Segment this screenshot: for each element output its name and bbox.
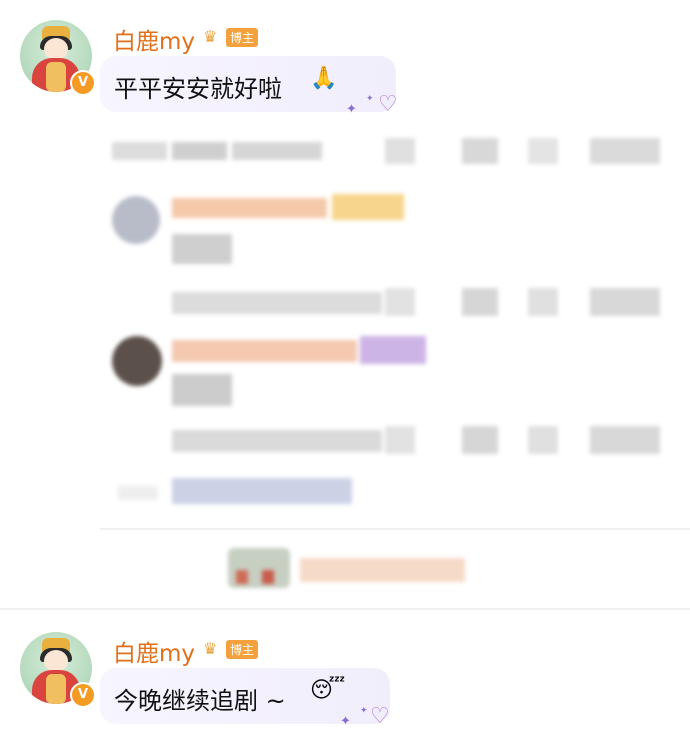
avatar-face xyxy=(44,650,68,672)
verified-badge: V xyxy=(70,682,96,708)
section-divider xyxy=(100,528,690,530)
sparkle-icon: ✦ xyxy=(340,714,351,729)
crown-icon: ♛ xyxy=(203,639,218,658)
username[interactable]: 白鹿my xyxy=(113,634,195,668)
avatar-robe-detail xyxy=(46,62,66,92)
sparkle-icon: ✦ xyxy=(366,94,374,104)
blogger-badge: ♛ 博主 xyxy=(203,27,259,47)
blogger-badge-label: 博主 xyxy=(226,639,259,659)
pray-emoji: 🙏 xyxy=(310,66,338,91)
sparkle-icon: ✦ xyxy=(360,706,368,716)
section-divider xyxy=(0,608,690,610)
avatar-face xyxy=(44,38,68,60)
heart-icon: ♡ xyxy=(370,704,390,729)
avatar-robe-detail xyxy=(46,674,66,704)
username[interactable]: 白鹿my xyxy=(113,22,195,56)
comment-text: 平平安安就好啦 xyxy=(114,75,282,103)
crown-icon: ♛ xyxy=(203,27,218,46)
sleepy-emoji: 😴 xyxy=(310,678,346,703)
blogger-badge: ♛ 博主 xyxy=(203,639,259,659)
comment-text: 今晚继续追剧 ~ xyxy=(114,687,286,715)
heart-icon: ♡ xyxy=(378,92,398,117)
sparkle-icon: ✦ xyxy=(346,102,357,117)
verified-badge: V xyxy=(70,70,96,96)
blogger-badge-label: 博主 xyxy=(226,27,259,47)
